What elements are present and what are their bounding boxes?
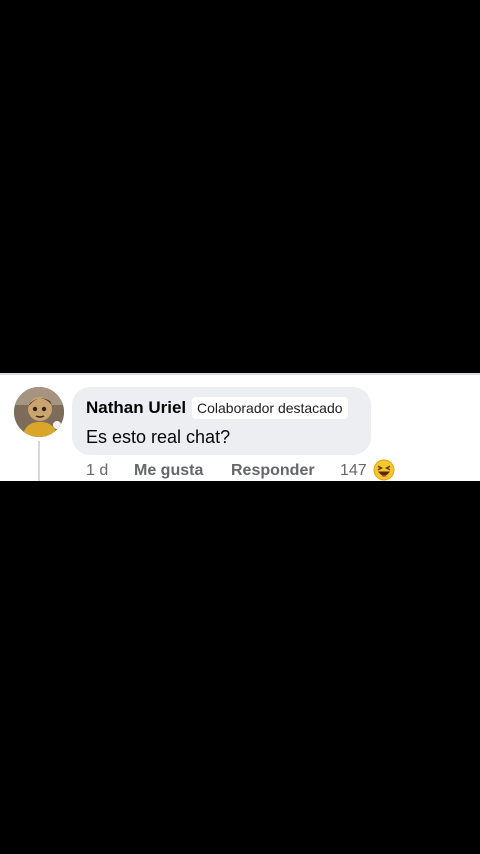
thread-line [38,441,40,481]
comment-author[interactable]: Nathan Uriel [86,398,186,418]
avatar-image [14,387,64,437]
comment-text: Es esto real chat? [86,427,231,447]
reaction-count[interactable]: 147 [340,462,367,480]
haha-reaction-icon[interactable] [373,459,395,481]
avatar[interactable] [14,387,64,437]
video-frame: Nathan Uriel Colaborador destacado Es es… [0,0,480,854]
divider [0,373,480,375]
reply-button[interactable]: Responder [231,462,315,480]
comment-screenshot: Nathan Uriel Colaborador destacado Es es… [0,373,480,481]
like-button[interactable]: Me gusta [134,462,203,480]
comment-bubble: Nathan Uriel Colaborador destacado Es es… [72,387,371,455]
top-contributor-badge: Colaborador destacado [192,397,348,419]
comment-timestamp[interactable]: 1 d [86,462,108,480]
